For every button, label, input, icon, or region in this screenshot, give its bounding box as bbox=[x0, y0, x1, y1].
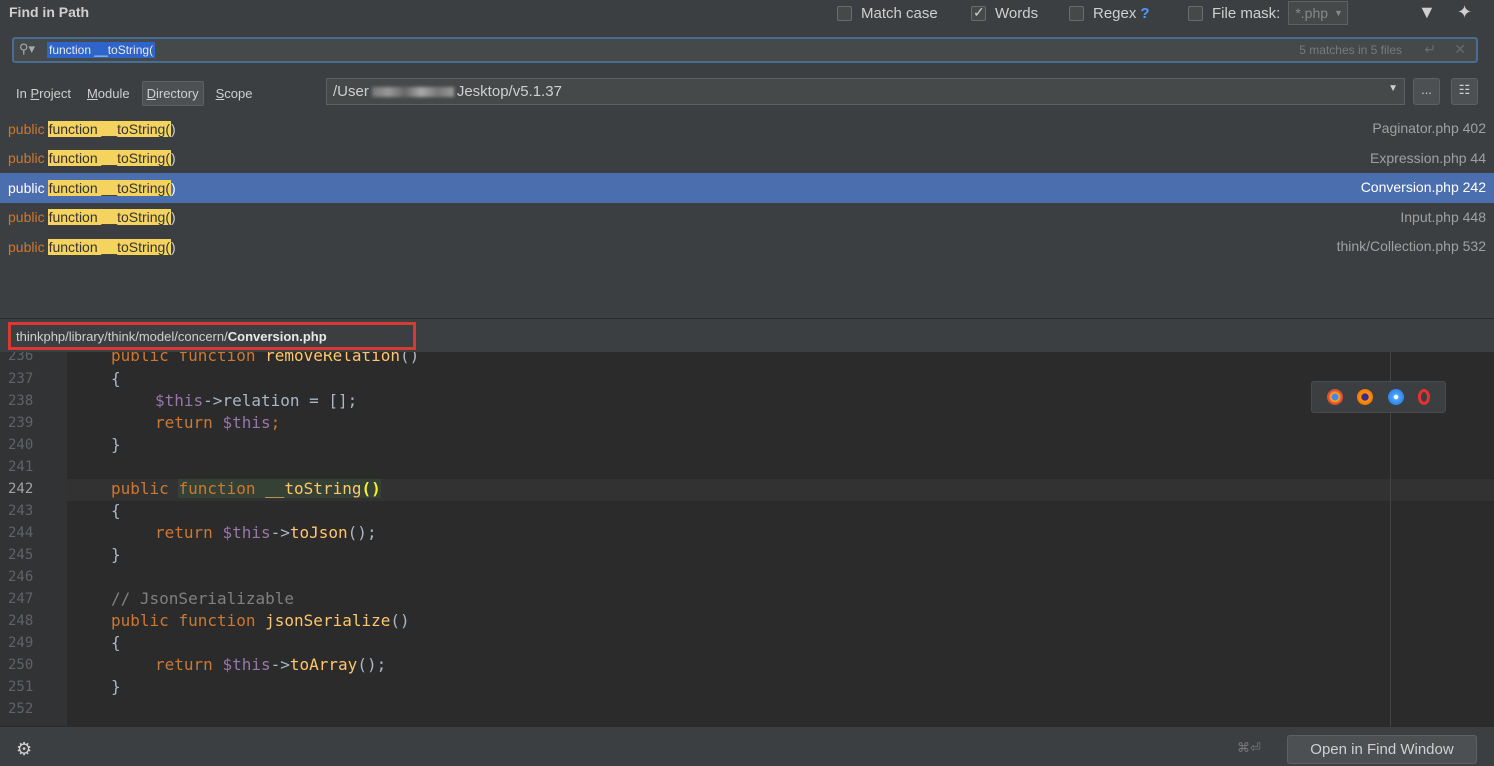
chrome-icon[interactable] bbox=[1327, 389, 1344, 405]
match-case-checkbox[interactable] bbox=[837, 5, 852, 21]
code-comment: // JsonSerializable bbox=[111, 589, 295, 608]
search-input[interactable]: ⚲▾ function __toString( 5 matches in 5 f… bbox=[12, 37, 1478, 63]
close-icon[interactable]: ✕ bbox=[1454, 41, 1466, 58]
line-number-current: 242 bbox=[8, 481, 34, 497]
redacted-username bbox=[371, 87, 454, 98]
preview-file-name: Conversion.php bbox=[227, 329, 327, 344]
code-line: public function removeRelation() bbox=[111, 352, 420, 365]
line-number: 248 bbox=[8, 613, 34, 629]
gear-icon[interactable]: ⚙ bbox=[16, 739, 32, 760]
words-option[interactable]: Words bbox=[971, 3, 1038, 23]
file-mask-dropdown[interactable]: *.php ▼ bbox=[1288, 1, 1349, 25]
code-line: } bbox=[111, 545, 121, 564]
line-number: 247 bbox=[8, 591, 34, 607]
tab-scope[interactable]: Scope bbox=[212, 82, 257, 105]
regex-checkbox[interactable] bbox=[1069, 5, 1084, 21]
directory-path-prefix: /User bbox=[333, 83, 369, 100]
file-mask-checkbox[interactable] bbox=[1188, 5, 1203, 21]
result-file: Expression.php 44 bbox=[1370, 149, 1486, 166]
search-icon: ⚲▾ bbox=[19, 41, 36, 56]
code-line: return $this->toJson(); bbox=[155, 523, 377, 542]
regex-help-icon[interactable]: ? bbox=[1140, 5, 1149, 22]
opera-icon[interactable] bbox=[1417, 389, 1430, 405]
code-line: { bbox=[111, 633, 121, 652]
result-row[interactable]: public function __toString() Expression.p… bbox=[0, 144, 1494, 174]
file-mask-option[interactable]: File mask: *.php ▼ bbox=[1188, 1, 1349, 25]
line-number: 252 bbox=[8, 701, 34, 717]
line-number: 236 bbox=[8, 352, 34, 364]
line-number: 246 bbox=[8, 569, 34, 585]
code-line: { bbox=[111, 369, 121, 388]
result-file: Conversion.php 242 bbox=[1360, 179, 1486, 195]
search-query-text: function __toString( bbox=[47, 42, 156, 58]
result-file: Paginator.php 402 bbox=[1372, 120, 1486, 136]
line-number: 243 bbox=[8, 503, 34, 519]
result-file: think/Collection.php 532 bbox=[1336, 238, 1486, 254]
footer-bar: ⚙ ⌘⏎ Open in Find Window bbox=[0, 726, 1494, 766]
results-list: public function __toString() Paginator.ph… bbox=[0, 114, 1494, 314]
code-line: } bbox=[111, 677, 121, 696]
line-number: 238 bbox=[8, 393, 34, 409]
regex-option[interactable]: Regex ? bbox=[1069, 3, 1150, 23]
code-preview[interactable]: 236 237 238 239 240 241 242 243 244 245 … bbox=[0, 352, 1494, 726]
directory-combo[interactable]: /User Jesktop/v5.1.37 ▼ bbox=[326, 78, 1405, 105]
safari-icon[interactable] bbox=[1387, 389, 1404, 405]
recursive-directory-icon[interactable]: ☷ bbox=[1451, 78, 1478, 105]
line-number: 249 bbox=[8, 635, 34, 651]
code-line-current: public function __toString() bbox=[111, 479, 381, 498]
words-label: Words bbox=[995, 4, 1039, 22]
file-mask-value: *.php bbox=[1295, 5, 1329, 21]
code-line: return $this; bbox=[155, 413, 281, 432]
code-line: { bbox=[111, 501, 121, 520]
browser-toolbar bbox=[1311, 381, 1446, 413]
firefox-icon[interactable] bbox=[1357, 389, 1374, 405]
code-line: $this->relation = []; bbox=[155, 391, 358, 410]
code-line: } bbox=[111, 435, 121, 454]
result-row-selected[interactable]: public function __toString() Conversion.p… bbox=[0, 173, 1494, 203]
open-in-find-window-button[interactable]: Open in Find Window bbox=[1287, 735, 1477, 764]
result-file: Input.php 448 bbox=[1400, 208, 1486, 225]
new-line-icon[interactable]: ↵ bbox=[1424, 41, 1436, 58]
regex-label: Regex bbox=[1093, 4, 1137, 22]
tab-module[interactable]: Module bbox=[83, 82, 134, 105]
chevron-down-icon: ▼ bbox=[1334, 8, 1343, 18]
result-row[interactable]: public function __toString() think/Collec… bbox=[0, 232, 1494, 262]
line-number: 240 bbox=[8, 437, 34, 453]
shortcut-hint: ⌘⏎ bbox=[1237, 740, 1261, 755]
result-row[interactable]: public function __toString() Paginator.ph… bbox=[0, 114, 1494, 144]
code-line: public function jsonSerialize() bbox=[111, 611, 410, 630]
line-number: 237 bbox=[8, 371, 34, 387]
scope-tabs: In Project Module Directory Scope bbox=[12, 80, 264, 106]
file-mask-label: File mask: bbox=[1212, 4, 1281, 22]
pin-icon[interactable]: ✦ bbox=[1457, 2, 1472, 23]
code-line: return $this->toArray(); bbox=[155, 655, 387, 674]
title-bar: Find in Path Match case Words Regex ? Fi… bbox=[0, 0, 1494, 26]
browse-directory-button[interactable]: ... bbox=[1413, 78, 1440, 105]
directory-path-suffix: Jesktop/v5.1.37 bbox=[456, 83, 562, 100]
filter-icon[interactable]: ▼ bbox=[1418, 2, 1436, 23]
line-number: 244 bbox=[8, 525, 34, 541]
tab-in-project[interactable]: In Project bbox=[12, 82, 75, 105]
match-count: 5 matches in 5 files bbox=[1299, 43, 1402, 57]
tab-directory[interactable]: Directory bbox=[141, 80, 204, 106]
line-number: 239 bbox=[8, 415, 34, 431]
match-case-label: Match case bbox=[861, 4, 938, 22]
preview-file-path: thinkphp/library/think/model/concern/Con… bbox=[8, 322, 416, 350]
preview-path-bar: thinkphp/library/think/model/concern/Con… bbox=[0, 318, 1494, 352]
line-number: 250 bbox=[8, 657, 34, 673]
match-case-option[interactable]: Match case bbox=[837, 3, 938, 23]
line-number: 251 bbox=[8, 679, 34, 695]
words-checkbox[interactable] bbox=[971, 4, 986, 21]
dialog-title: Find in Path bbox=[9, 4, 90, 20]
line-number: 241 bbox=[8, 459, 34, 475]
chevron-down-icon[interactable]: ▼ bbox=[1388, 83, 1398, 94]
result-row[interactable]: public function __toString() Input.php 44… bbox=[0, 203, 1494, 233]
line-number: 245 bbox=[8, 547, 34, 563]
